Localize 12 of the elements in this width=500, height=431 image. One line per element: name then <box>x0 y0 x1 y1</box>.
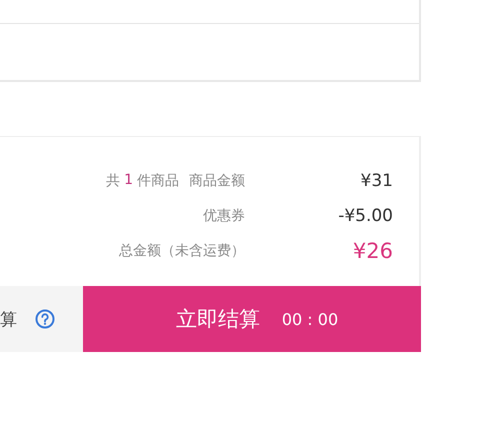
help-icon[interactable] <box>35 309 55 329</box>
item-count-label: 件商品 <box>137 172 179 190</box>
summary-value: ¥26 <box>352 238 393 262</box>
summary-value: -¥5.00 <box>337 206 393 226</box>
item-count-label: 共 <box>106 172 120 190</box>
footer-text: 算 <box>0 308 17 330</box>
summary-label: 优惠券 <box>203 206 245 224</box>
checkout-button[interactable]: 立即结算 00 : 00 <box>83 286 421 352</box>
summary-label: 总金额（未含运费） <box>119 242 245 260</box>
summary-value: ¥31 <box>360 170 393 190</box>
item-count: 1 <box>124 172 133 190</box>
summary-label: 商品金额 <box>189 172 245 190</box>
